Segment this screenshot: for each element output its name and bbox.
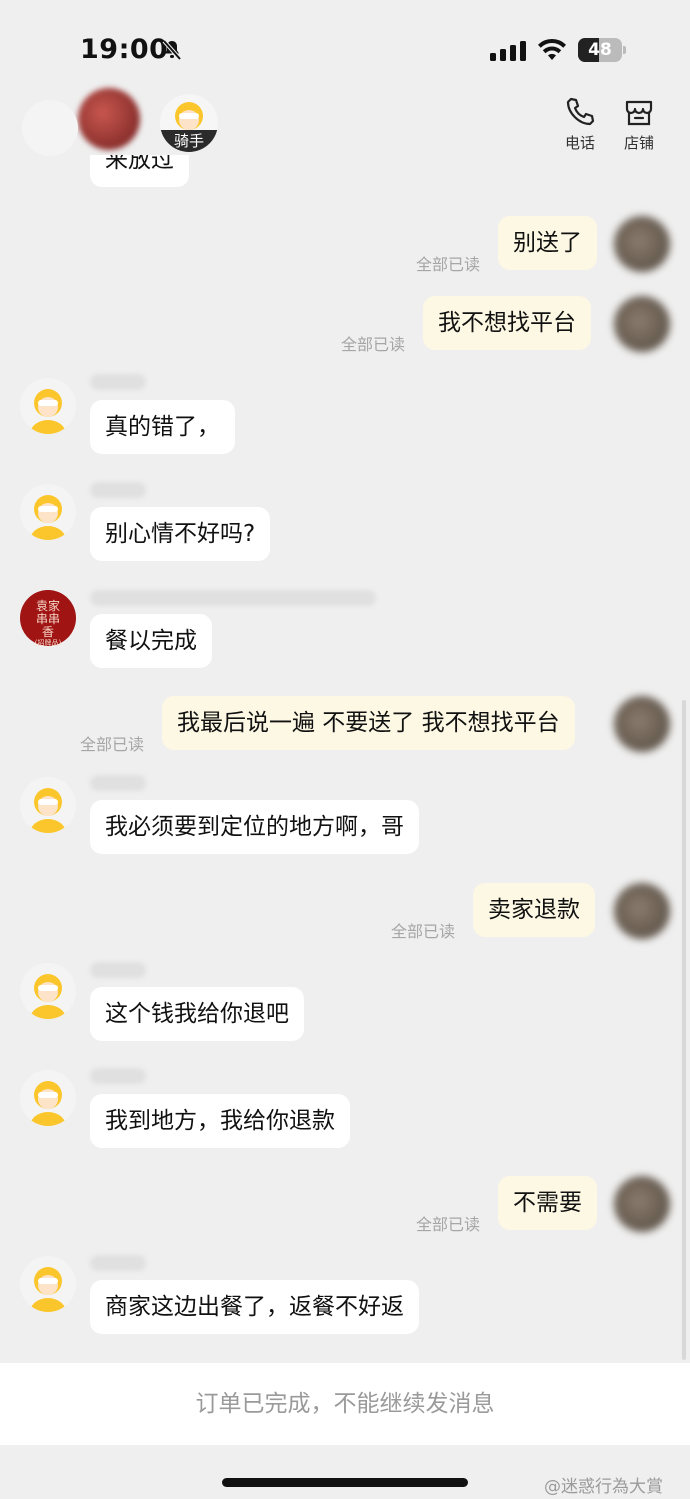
message-bubble: 我必须要到定位的地方啊，哥 bbox=[90, 800, 419, 854]
rider-avatar-small bbox=[20, 963, 76, 1019]
phone-icon bbox=[566, 97, 595, 126]
message-bubble: 这个钱我给你退吧 bbox=[90, 987, 304, 1041]
sender-nickname bbox=[90, 1068, 146, 1084]
scrollbar[interactable] bbox=[682, 700, 686, 1360]
cellular-signal-icon bbox=[490, 41, 526, 61]
battery-icon: 48 bbox=[578, 38, 626, 62]
message-bubble: 我最后说一遍 不要送了 我不想找平台 bbox=[162, 696, 575, 750]
store-icon bbox=[625, 100, 653, 126]
rider-avatar-small bbox=[20, 378, 76, 434]
battery-percent: 48 bbox=[588, 40, 612, 60]
read-receipt: 全部已读 bbox=[391, 922, 456, 941]
read-receipt: 全部已读 bbox=[416, 255, 481, 274]
sender-nickname bbox=[90, 590, 376, 606]
sender-nickname bbox=[90, 1255, 146, 1271]
shop-avatar-name: 袁家串串香 bbox=[35, 599, 60, 639]
phone-button[interactable]: 电话 bbox=[550, 96, 610, 153]
message-bubble: 别送了 bbox=[498, 216, 597, 270]
phone-label: 电话 bbox=[564, 134, 595, 152]
my-avatar bbox=[614, 296, 670, 352]
sender-nickname bbox=[90, 374, 146, 390]
message-bubble: 卖家退款 bbox=[473, 883, 595, 937]
contact-avatar[interactable] bbox=[78, 88, 140, 150]
order-complete-notice: 订单已完成，不能继续发消息 bbox=[195, 1391, 495, 1417]
store-button[interactable]: 店铺 bbox=[609, 96, 669, 153]
watermark: @迷惑行為大賞 bbox=[544, 1477, 663, 1497]
message-bubble: 商家这边出餐了，返餐不好返 bbox=[90, 1280, 419, 1334]
sender-nickname bbox=[90, 775, 146, 791]
message-bubble: 我不想找平台 bbox=[423, 296, 591, 350]
order-complete-bar: 订单已完成，不能继续发消息 bbox=[0, 1363, 690, 1445]
message-bubble: 我到地方，我给你退款 bbox=[90, 1094, 350, 1148]
rider-avatar-small bbox=[20, 1070, 76, 1126]
shop-avatar-sub: (招牌品) bbox=[34, 639, 62, 647]
rider-avatar-small bbox=[20, 777, 76, 833]
read-receipt: 全部已读 bbox=[80, 735, 145, 754]
message-bubble: 餐以完成 bbox=[90, 614, 212, 668]
read-receipt: 全部已读 bbox=[416, 1215, 481, 1234]
rider-avatar[interactable]: 骑手 bbox=[160, 94, 218, 152]
read-receipt: 全部已读 bbox=[341, 335, 406, 354]
rider-avatar-small bbox=[20, 1256, 76, 1312]
store-label: 店铺 bbox=[623, 134, 654, 152]
sender-nickname bbox=[90, 962, 146, 978]
my-avatar bbox=[614, 1176, 670, 1232]
status-time: 19:00 bbox=[80, 34, 169, 65]
message-bubble: 不需要 bbox=[498, 1176, 597, 1230]
my-avatar bbox=[614, 696, 670, 752]
rider-avatar-small bbox=[20, 484, 76, 540]
message-bubble: 别心情不好吗? bbox=[90, 507, 271, 561]
bell-muted-icon bbox=[162, 39, 182, 61]
wifi-icon bbox=[538, 38, 566, 60]
rider-tag: 骑手 bbox=[160, 130, 218, 152]
shop-avatar: 袁家串串香 (招牌品) bbox=[20, 590, 76, 647]
home-indicator[interactable] bbox=[222, 1478, 468, 1487]
sender-nickname bbox=[90, 482, 146, 498]
my-avatar bbox=[614, 883, 670, 939]
rider-avatar-small bbox=[22, 100, 78, 156]
my-avatar bbox=[614, 216, 670, 272]
message-bubble: 真的错了， bbox=[90, 400, 235, 454]
